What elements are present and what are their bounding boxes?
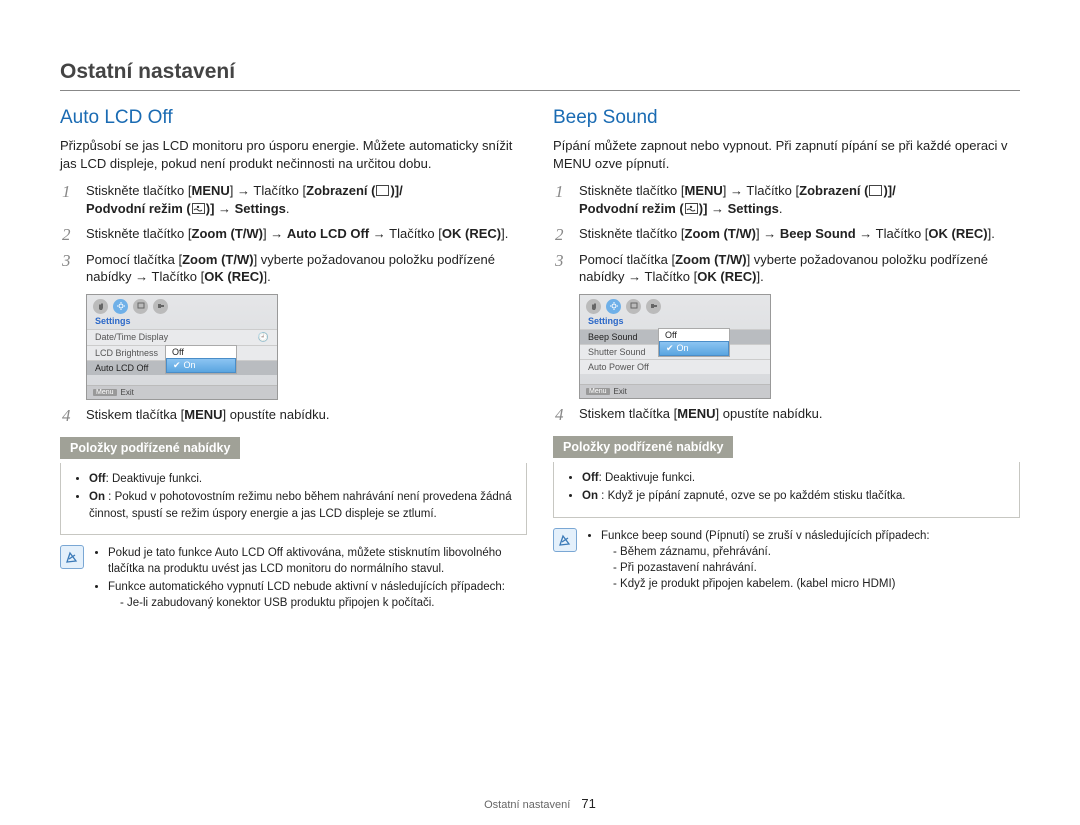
shot-foot: MenuExit bbox=[87, 385, 277, 399]
left-submenu: Položky podřízené nabídky Off: Deaktivuj… bbox=[60, 431, 527, 534]
left-step-4: Stiskem tlačítka [MENU] opustíte nabídku… bbox=[60, 406, 527, 424]
left-note-2a: - Je-li zabudovaný konektor USB produktu… bbox=[120, 595, 527, 611]
left-note: Pokud je tato funkce Auto LCD Off aktivo… bbox=[60, 545, 527, 613]
display-icon bbox=[133, 299, 148, 314]
shot-popup: Off ✔On bbox=[658, 328, 730, 357]
right-screenshot: Settings Beep Sound Off ✔On Shutter Soun… bbox=[579, 294, 1020, 399]
right-step-3: Pomocí tlačítka [Zoom (T/W)] vyberte pož… bbox=[553, 251, 1020, 286]
left-step-1: Stiskněte tlačítko [MENU] → Tlačítko [Zo… bbox=[60, 182, 527, 217]
shot-opt-on: ✔On bbox=[166, 358, 236, 373]
clock-icon: 🕘 bbox=[258, 332, 269, 343]
menu-button-icon: Menu bbox=[586, 388, 610, 395]
hand-icon bbox=[93, 299, 108, 314]
right-note-1a: - Během záznamu, přehrávání. bbox=[613, 544, 930, 560]
left-subbox: Off: Deaktivuje funkci. On : Pokud v poh… bbox=[60, 463, 527, 534]
footer-label: Ostatní nastavení bbox=[484, 799, 570, 811]
page-footer: Ostatní nastavení 71 bbox=[0, 796, 1080, 811]
info-icon bbox=[60, 545, 84, 569]
shot-opt-on: ✔On bbox=[659, 341, 729, 356]
left-note-1: Pokud je tato funkce Auto LCD Off aktivo… bbox=[108, 545, 527, 577]
left-note-2: Funkce automatického vypnutí LCD nebude … bbox=[108, 579, 527, 611]
display-icon bbox=[626, 299, 641, 314]
right-steps: Stiskněte tlačítko [MENU] → Tlačítko [Zo… bbox=[553, 182, 1020, 286]
right-step-4: Stiskem tlačítka [MENU] opustíte nabídku… bbox=[553, 405, 1020, 423]
right-step-1: Stiskněte tlačítko [MENU] → Tlačítko [Zo… bbox=[553, 182, 1020, 217]
shot-opt-off: Off bbox=[166, 346, 236, 358]
left-subheader: Položky podřízené nabídky bbox=[60, 437, 240, 459]
right-sub-on: On : Když je pípání zapnuté, ozve se po … bbox=[582, 488, 1007, 504]
right-subbox: Off: Deaktivuje funkci. On : Když je píp… bbox=[553, 462, 1020, 517]
left-note-body: Pokud je tato funkce Auto LCD Off aktivo… bbox=[94, 545, 527, 613]
menu-screenshot: Settings Date/Time Display🕘 LCD Brightne… bbox=[86, 294, 278, 400]
check-icon: ✔ bbox=[666, 343, 674, 354]
hand-icon bbox=[586, 299, 601, 314]
shot-popup: Off ✔On bbox=[165, 345, 237, 374]
shot-icon-row bbox=[87, 295, 277, 316]
left-intro: Přizpůsobí se jas LCD monitoru pro úspor… bbox=[60, 137, 527, 172]
shot-row-3: Auto Power Off bbox=[580, 359, 770, 374]
right-column: Beep Sound Pípání můžete zapnout nebo vy… bbox=[553, 107, 1020, 613]
right-note-body: Funkce beep sound (Pípnutí) se zruší v n… bbox=[587, 528, 930, 594]
underwater-icon bbox=[685, 203, 698, 214]
right-sub-off: Off: Deaktivuje funkci. bbox=[582, 470, 1007, 486]
connect-icon bbox=[646, 299, 661, 314]
left-column: Auto LCD Off Přizpůsobí se jas LCD monit… bbox=[60, 107, 527, 613]
right-step-2: Stiskněte tlačítko [Zoom (T/W)] → Beep S… bbox=[553, 225, 1020, 243]
section-title-left: Auto LCD Off bbox=[60, 107, 527, 129]
left-step-2: Stiskněte tlačítko [Zoom (T/W)] → Auto L… bbox=[60, 225, 527, 243]
section-title-right: Beep Sound bbox=[553, 107, 1020, 129]
right-submenu: Položky podřízené nabídky Off: Deaktivuj… bbox=[553, 430, 1020, 517]
shot-row-1: Date/Time Display🕘 bbox=[87, 329, 277, 345]
chapter-title: Ostatní nastavení bbox=[60, 60, 1020, 91]
left-sub-on: On : Pokud v pohotovostním režimu nebo b… bbox=[89, 489, 514, 521]
shot-icon-row bbox=[580, 295, 770, 316]
right-note-1: Funkce beep sound (Pípnutí) se zruší v n… bbox=[601, 528, 930, 592]
gear-icon bbox=[113, 299, 128, 314]
right-note-1b: - Při pozastavení nahrávání. bbox=[613, 560, 930, 576]
underwater-icon bbox=[192, 203, 205, 214]
right-subheader: Položky podřízené nabídky bbox=[553, 436, 733, 458]
right-steps-cont: Stiskem tlačítka [MENU] opustíte nabídku… bbox=[553, 405, 1020, 423]
info-icon bbox=[553, 528, 577, 552]
page: Ostatní nastavení Auto LCD Off Přizpůsob… bbox=[0, 0, 1080, 825]
left-screenshot: Settings Date/Time Display🕘 LCD Brightne… bbox=[86, 294, 527, 400]
right-note: Funkce beep sound (Pípnutí) se zruší v n… bbox=[553, 528, 1020, 594]
left-steps: Stiskněte tlačítko [MENU] → Tlačítko [Zo… bbox=[60, 182, 527, 286]
display-icon bbox=[376, 185, 389, 196]
shot-foot: MenuExit bbox=[580, 384, 770, 398]
shot-settings-label: Settings bbox=[87, 316, 277, 329]
content-columns: Auto LCD Off Přizpůsobí se jas LCD monit… bbox=[60, 107, 1020, 613]
right-intro: Pípání můžete zapnout nebo vypnout. Při … bbox=[553, 137, 1020, 172]
shot-row-3-selected: Auto LCD Off Off ✔On bbox=[87, 360, 277, 375]
menu-screenshot: Settings Beep Sound Off ✔On Shutter Soun… bbox=[579, 294, 771, 399]
gear-icon bbox=[606, 299, 621, 314]
left-sub-off: Off: Deaktivuje funkci. bbox=[89, 471, 514, 487]
left-steps-cont: Stiskem tlačítka [MENU] opustíte nabídku… bbox=[60, 406, 527, 424]
connect-icon bbox=[153, 299, 168, 314]
check-icon: ✔ bbox=[173, 360, 181, 371]
shot-opt-off: Off bbox=[659, 329, 729, 341]
page-number: 71 bbox=[581, 796, 595, 811]
shot-row-1-selected: Beep Sound Off ✔On bbox=[580, 329, 770, 344]
menu-button-icon: Menu bbox=[93, 389, 117, 396]
left-step-3: Pomocí tlačítka [Zoom (T/W)] vyberte pož… bbox=[60, 251, 527, 286]
right-note-1c: - Když je produkt připojen kabelem. (kab… bbox=[613, 576, 930, 592]
display-icon bbox=[869, 185, 882, 196]
